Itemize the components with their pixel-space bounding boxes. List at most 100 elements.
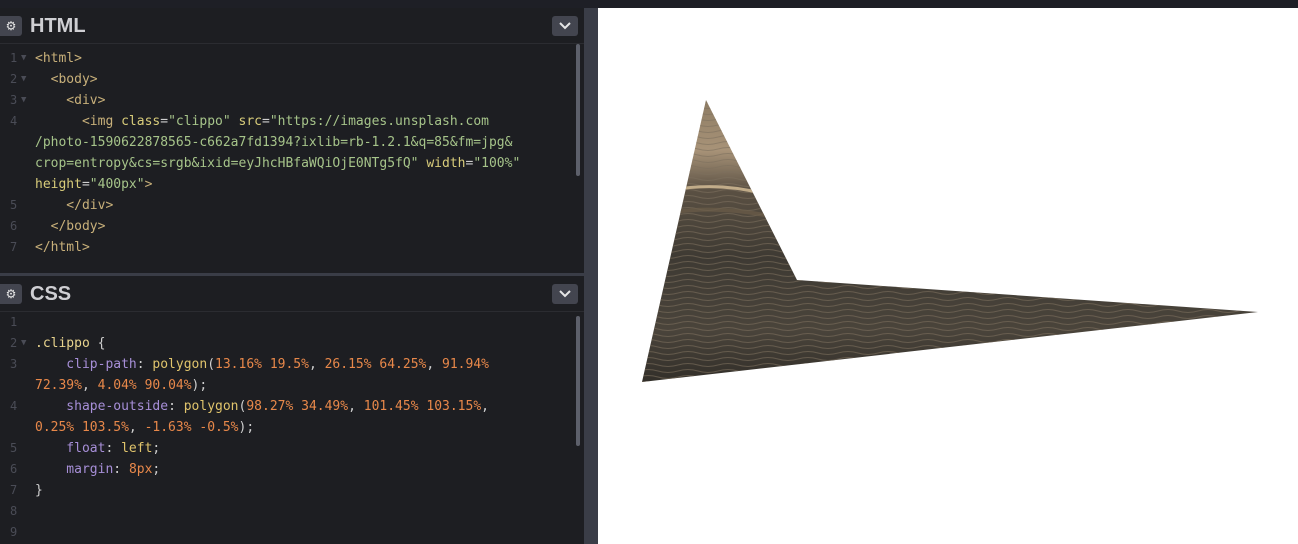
code-text: shape-outside: polygon(98.27% 34.49%, 10… — [35, 396, 489, 417]
html-collapse-button[interactable] — [552, 16, 578, 36]
code-line[interactable]: 1 ▼ <html> — [0, 48, 584, 69]
code-text: <div> — [35, 90, 105, 111]
code-line[interactable]: 5 float: left; — [0, 438, 584, 459]
code-line[interactable]: 6 margin: 8px; — [0, 459, 584, 480]
code-line[interactable]: /photo-1590622878565-c662a7fd1394?ixlib=… — [0, 132, 584, 153]
code-token: float — [35, 441, 106, 456]
code-text: } — [35, 480, 43, 501]
code-token: shape-outside — [35, 399, 169, 414]
code-line[interactable]: 3 clip-path: polygon(13.16% 19.5%, 26.15… — [0, 354, 584, 375]
code-token: } — [35, 483, 43, 498]
code-line[interactable]: 6 </body> — [0, 216, 584, 237]
code-token: .clippo — [35, 336, 90, 351]
code-token: class — [121, 114, 161, 129]
code-token: 98.27% 34.49% — [246, 399, 349, 414]
code-token: "100%" — [473, 156, 521, 171]
code-token: , — [348, 399, 364, 414]
code-token: ; — [152, 462, 161, 477]
code-line[interactable]: crop=entropy&cs=srgb&ixid=eyJhcHBfaWQiOj… — [0, 153, 584, 174]
code-token: </div> — [35, 198, 114, 213]
css-collapse-button[interactable] — [552, 284, 578, 304]
code-line[interactable]: 1 — [0, 312, 584, 333]
code-token: </body> — [35, 219, 106, 234]
code-token: , — [308, 357, 325, 372]
chevron-down-icon — [559, 22, 571, 30]
fold-toggle-icon[interactable]: ▼ — [21, 90, 26, 111]
code-token: 4.04% 90.04% — [97, 378, 192, 393]
html-settings-gear-icon[interactable]: ⚙ — [0, 16, 22, 36]
line-number: 6 — [10, 219, 18, 233]
code-line[interactable]: 4 shape-outside: polygon(98.27% 34.49%, … — [0, 396, 584, 417]
fold-toggle-icon[interactable]: ▼ — [21, 69, 26, 90]
code-token: <img — [35, 114, 122, 129]
css-scrollbar[interactable] — [576, 316, 580, 446]
code-line[interactable]: 2 ▼ <body> — [0, 69, 584, 90]
line-number: 4 — [10, 114, 18, 128]
code-token: = — [160, 114, 169, 129]
code-token: polygon — [183, 399, 239, 414]
code-token: /photo-1590622878565-c662a7fd1394?ixlib=… — [35, 135, 513, 150]
line-number: 5 — [10, 198, 18, 212]
code-token: ( — [207, 357, 216, 372]
code-token: ; — [152, 441, 161, 456]
code-token: 8px — [128, 462, 153, 477]
code-token: : — [136, 357, 153, 372]
code-token: > — [144, 177, 153, 192]
code-line[interactable]: 9 — [0, 522, 584, 543]
code-token: : — [105, 441, 122, 456]
code-token: "clippo" — [168, 114, 231, 129]
code-line[interactable]: 2 ▼ .clippo { — [0, 333, 584, 354]
fold-toggle-icon[interactable]: ▼ — [21, 48, 26, 69]
code-text: </div> — [35, 195, 113, 216]
ocean-photo — [642, 100, 1258, 382]
code-line[interactable]: height="400px"> — [0, 174, 584, 195]
code-token: , — [128, 420, 145, 435]
code-text: margin: 8px; — [35, 459, 160, 480]
code-token: polygon — [152, 357, 208, 372]
code-line[interactable]: 4 <img class="clippo" src="https://image… — [0, 111, 584, 132]
css-code-area[interactable]: 1 2 ▼ .clippo {3 clip-path: polygon(13.16% … — [0, 312, 584, 544]
code-token: = — [81, 177, 90, 192]
code-token: : — [168, 399, 184, 414]
code-line[interactable]: 5 </div> — [0, 195, 584, 216]
code-token: src — [238, 114, 262, 129]
code-token: "400px" — [89, 177, 145, 192]
code-line[interactable]: 72.39%, 4.04% 90.04%); — [0, 375, 584, 396]
line-number: 8 — [10, 504, 18, 518]
code-text: clip-path: polygon(13.16% 19.5%, 26.15% … — [35, 354, 489, 375]
code-text: crop=entropy&cs=srgb&ixid=eyJhcHBfaWQiOj… — [35, 153, 520, 174]
css-editor-panel: ⚙ CSS 1 2 ▼ .clippo {3 clip-path: polygon(1… — [0, 276, 584, 544]
code-token: ); — [238, 420, 255, 435]
code-line[interactable]: 8 — [0, 501, 584, 522]
code-line[interactable]: 0.25% 103.5%, -1.63% -0.5%); — [0, 417, 584, 438]
code-token: crop=entropy&cs=srgb&ixid=eyJhcHBfaWQiOj… — [35, 156, 419, 171]
code-text: <img class="clippo" src="https://images.… — [35, 111, 489, 132]
code-token: 0.25% 103.5% — [35, 420, 129, 435]
code-line[interactable]: 3 ▼ <div> — [0, 90, 584, 111]
code-line[interactable]: 7 </html> — [0, 237, 584, 258]
html-panel-title: HTML — [30, 15, 86, 37]
code-text: .clippo { — [35, 333, 105, 354]
code-token: clip-path — [35, 357, 137, 372]
line-number: 1 — [10, 315, 18, 329]
code-text: float: left; — [35, 438, 160, 459]
code-token: <div> — [35, 93, 106, 108]
css-panel-title: CSS — [30, 283, 72, 305]
code-token: 13.16% 19.5% — [215, 357, 309, 372]
html-code-area[interactable]: 1 ▼ <html> 2 ▼ <body> 3 ▼ <div> 4 <img class="c… — [0, 44, 584, 274]
code-token: <body> — [35, 72, 98, 87]
resize-handle[interactable] — [584, 8, 598, 544]
code-text: <body> — [35, 69, 98, 90]
code-token: ); — [191, 378, 208, 393]
line-number: 1 — [10, 51, 18, 65]
html-scrollbar[interactable] — [576, 44, 580, 176]
code-token: 72.39% — [35, 378, 82, 393]
css-settings-gear-icon[interactable]: ⚙ — [0, 284, 22, 304]
top-bar — [0, 0, 1298, 8]
code-line[interactable]: 7} — [0, 480, 584, 501]
fold-toggle-icon[interactable]: ▼ — [21, 333, 26, 354]
code-token: , — [481, 399, 489, 414]
line-number: 5 — [10, 441, 18, 455]
line-number: 2 — [10, 336, 18, 350]
